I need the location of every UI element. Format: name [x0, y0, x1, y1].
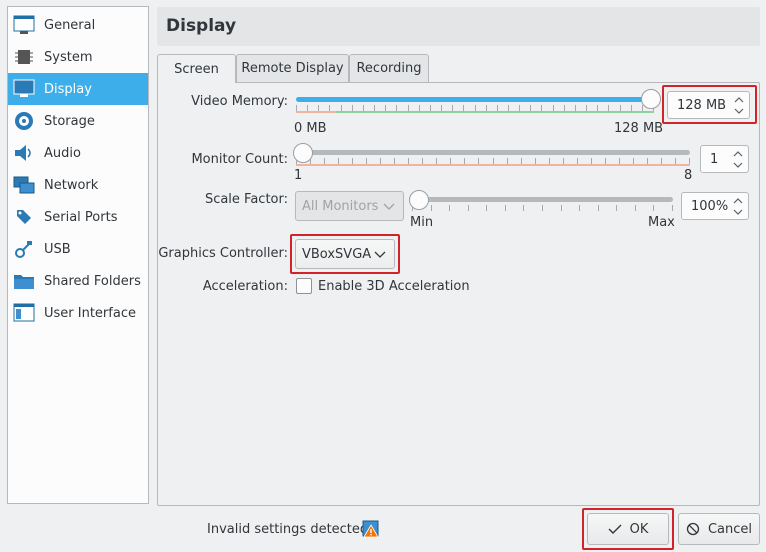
serial-port-icon [12, 205, 36, 229]
enable-3d-acceleration-checkbox[interactable] [296, 278, 312, 294]
slider-tick [449, 205, 450, 211]
video-memory-slider-handle[interactable] [641, 89, 661, 109]
monitor-count-min-label: 1 [294, 168, 303, 183]
monitor-count-label: Monitor Count: [191, 152, 288, 167]
sidebar-item-label: User Interface [44, 305, 136, 321]
screen-tab-panel [157, 82, 760, 506]
page-title: Display [166, 16, 237, 36]
chevron-up-icon[interactable] [731, 148, 745, 159]
chevron-down-icon[interactable] [731, 206, 745, 217]
sidebar-item-shared-folders[interactable]: Shared Folders [8, 265, 148, 297]
settings-sidebar: General System Display Storage Audio Net… [7, 6, 149, 504]
acceleration-label: Acceleration: [202, 279, 288, 294]
monitor-count-slider-handle[interactable] [293, 143, 313, 163]
sidebar-item-general[interactable]: General [8, 9, 148, 41]
scale-factor-value: 100% [691, 199, 729, 214]
scale-monitor-select-value: All Monitors [302, 199, 379, 214]
video-memory-highlight [662, 85, 757, 124]
folder-icon [12, 269, 36, 293]
graphics-controller-label: Graphics Controller: [158, 246, 288, 261]
sidebar-item-network[interactable]: Network [8, 169, 148, 201]
monitor-icon [12, 77, 36, 101]
video-memory-max-label: 128 MB [614, 121, 664, 136]
monitor-count-max-label: 8 [684, 168, 693, 183]
usb-icon [12, 237, 36, 261]
video-memory-ok-zone [336, 111, 654, 113]
monitor-count-spinbox[interactable]: 1 [700, 145, 749, 173]
sidebar-item-label: System [44, 49, 93, 65]
slider-tick [542, 205, 543, 211]
chip-icon [12, 45, 36, 69]
monitor-count-track[interactable] [296, 150, 690, 155]
slider-tick [431, 205, 432, 211]
scale-factor-track[interactable] [412, 197, 673, 202]
tab-screen[interactable]: Screen [157, 54, 236, 83]
video-memory-label: Video Memory: [191, 94, 288, 109]
sidebar-item-label: General [44, 17, 96, 33]
slider-tick [635, 205, 636, 211]
tab-label: Remote Display [241, 61, 344, 76]
window-icon [12, 301, 36, 325]
speaker-icon [12, 141, 36, 165]
tab-remote-display[interactable]: Remote Display [236, 54, 349, 82]
scale-monitor-select[interactable]: All Monitors [295, 191, 404, 221]
sidebar-item-serial-ports[interactable]: Serial Ports [8, 201, 148, 233]
slider-tick [505, 205, 506, 211]
scale-factor-ticks [412, 205, 673, 211]
sidebar-item-user-interface[interactable]: User Interface [8, 297, 148, 329]
video-memory-warn-zone [296, 111, 336, 113]
chevron-down-icon [383, 200, 395, 215]
video-memory-track[interactable] [296, 97, 654, 102]
sidebar-item-audio[interactable]: Audio [8, 137, 148, 169]
sidebar-item-label: Storage [44, 113, 95, 129]
general-icon [12, 13, 36, 37]
warning-text: Invalid settings detected [207, 522, 369, 537]
scale-factor-label: Scale Factor: [204, 192, 288, 207]
enable-3d-acceleration-label: Enable 3D Acceleration [318, 279, 470, 294]
graphics-controller-highlight [290, 234, 400, 274]
ok-button-highlight [582, 508, 674, 550]
tab-label: Recording [356, 61, 422, 76]
sidebar-item-usb[interactable]: USB [8, 233, 148, 265]
scale-factor-max-label: Max [648, 215, 675, 230]
video-memory-min-label: 0 MB [294, 121, 327, 136]
page-header: Display [157, 7, 760, 46]
cancel-icon [686, 522, 700, 536]
network-icon [12, 173, 36, 197]
sidebar-item-storage[interactable]: Storage [8, 105, 148, 137]
slider-tick [468, 205, 469, 211]
sidebar-item-display[interactable]: Display [8, 73, 148, 105]
sidebar-item-label: Display [44, 81, 92, 97]
slider-tick [598, 205, 599, 211]
scale-factor-slider-handle[interactable] [409, 190, 429, 210]
sidebar-item-label: Audio [44, 145, 81, 161]
sidebar-item-label: Network [44, 177, 99, 193]
slider-tick [486, 205, 487, 211]
tab-recording[interactable]: Recording [349, 54, 429, 82]
tab-label: Screen [174, 61, 219, 77]
scale-factor-min-label: Min [410, 215, 434, 230]
slider-tick [579, 205, 580, 211]
disk-icon [12, 109, 36, 133]
slider-tick [672, 205, 673, 211]
monitor-count-warn-zone [296, 164, 690, 166]
scale-factor-spinbox[interactable]: 100% [681, 192, 749, 220]
slider-tick [653, 205, 654, 211]
cancel-button-label: Cancel [707, 521, 753, 537]
chevron-down-icon[interactable] [731, 159, 745, 170]
sidebar-item-label: USB [44, 241, 71, 257]
monitor-count-value: 1 [710, 152, 719, 167]
sidebar-item-label: Shared Folders [44, 273, 141, 289]
slider-tick [561, 205, 562, 211]
slider-tick [616, 205, 617, 211]
sidebar-item-system[interactable]: System [8, 41, 148, 73]
slider-tick [523, 205, 524, 211]
cancel-button[interactable]: Cancel [678, 513, 760, 545]
warning-icon[interactable] [362, 520, 380, 542]
chevron-up-icon[interactable] [731, 195, 745, 206]
sidebar-item-label: Serial Ports [44, 209, 118, 225]
